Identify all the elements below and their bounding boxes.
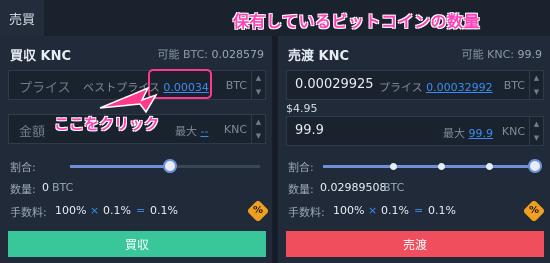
- annotation-click-here: ここをクリック: [54, 115, 160, 133]
